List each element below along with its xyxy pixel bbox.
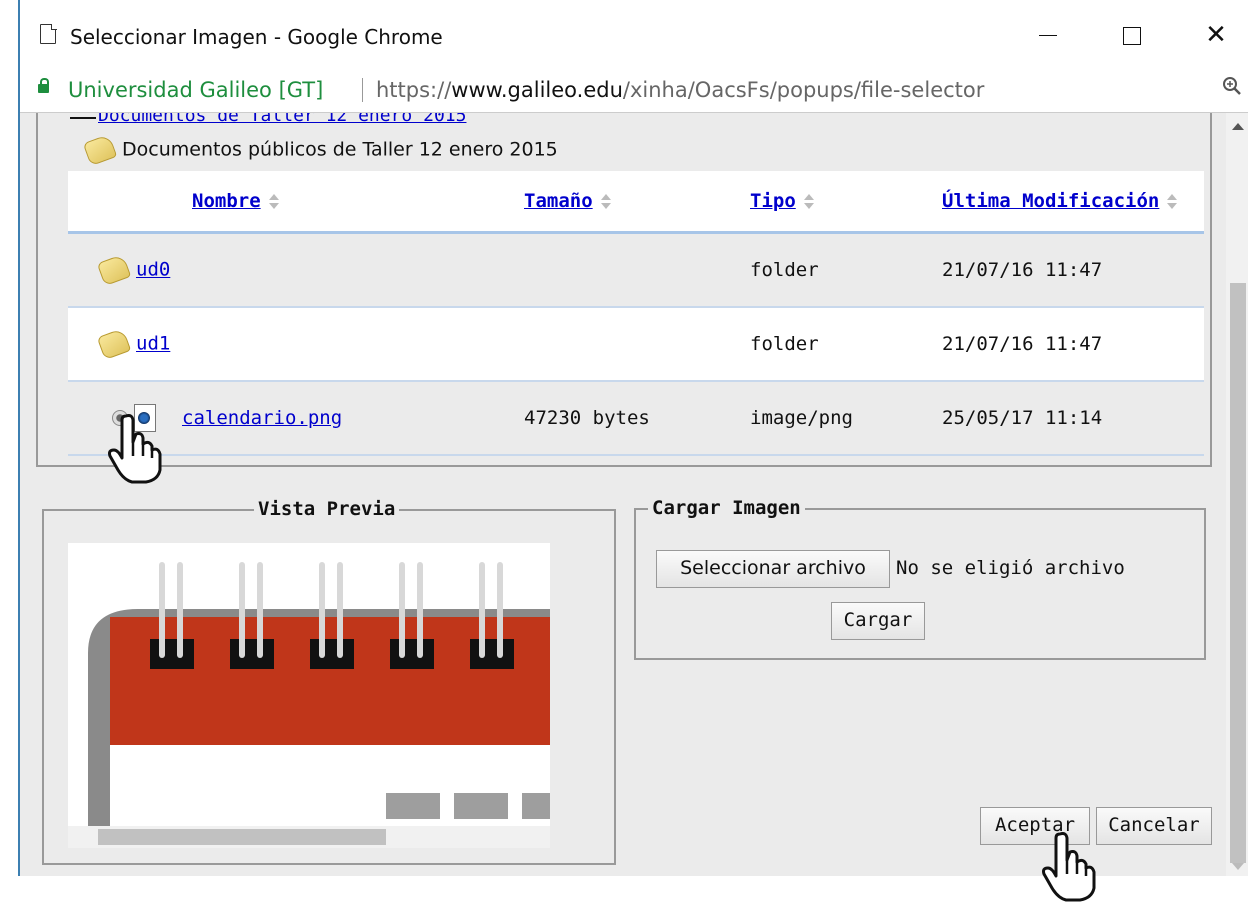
preview-hscroll-thumb[interactable] [98,829,386,845]
url-domain: www.galileo.edu [451,78,623,102]
scroll-down-icon[interactable] [1232,863,1244,870]
sort-icon[interactable] [1167,193,1178,210]
preview-fieldset: Vista Previa [42,498,616,865]
sort-icon[interactable] [803,193,814,210]
calendar-image [68,543,550,826]
folder-icon [82,133,118,167]
minimize-button[interactable] [1018,10,1078,60]
file-type: image/png [749,381,941,456]
file-size [523,307,749,382]
hand-cursor-icon [1042,832,1096,902]
current-folder-title: Documentos públicos de Taller 12 enero 2… [122,138,558,161]
file-name-link[interactable]: calendario.png [182,407,342,429]
preview-pane [68,543,550,848]
file-size: 47230 bytes [523,381,749,456]
url-scheme: https:// [376,78,452,102]
upload-legend: Cargar Imagen [648,497,805,519]
file-type: folder [749,232,941,308]
cancel-button[interactable]: Cancelar [1096,807,1212,845]
upload-fieldset: Cargar Imagen Seleccionar archivo No se … [634,497,1206,660]
file-size [523,232,749,308]
preview-horizontal-scrollbar[interactable] [68,826,550,848]
window-title: Seleccionar Imagen - Google Chrome [70,25,443,49]
table-header: Nombre Tamaño Tipo Última Modificación [68,171,1204,234]
file-table: Nombre Tamaño Tipo Última Modificación u… [68,171,1204,456]
file-name-link[interactable]: ud1 [136,333,170,355]
minimize-icon [1039,34,1057,37]
site-organization: Universidad Galileo [GT] [68,78,324,102]
table-row: calendario.png 47230 bytes image/png 25/… [68,381,1204,456]
sort-icon[interactable] [268,193,279,210]
file-modified: 25/05/17 11:14 [941,381,1204,456]
url-path: /xinha/OacsFs/popups/file-selector [622,78,985,102]
sort-icon[interactable] [600,193,611,210]
parent-folder-link[interactable]: Documentos de Taller 12 enero 2015 [98,113,466,126]
file-modified: 21/07/16 11:47 [941,307,1204,382]
maximize-icon [1123,26,1141,45]
title-bar: Seleccionar Imagen - Google Chrome ✕ [20,0,1248,70]
no-file-text: No se eligió archivo [896,557,1125,579]
dialog-scroll-thumb[interactable] [1230,283,1246,863]
page-icon [40,23,57,44]
folder-icon [96,327,132,361]
dialog-vertical-scrollbar[interactable] [1226,113,1248,876]
scroll-up-icon[interactable] [1232,123,1244,130]
url-text[interactable]: https://www.galileo.edu/xinha/OacsFs/pop… [376,78,984,102]
folder-icon [96,253,132,287]
file-name-link[interactable]: ud0 [136,259,170,281]
preview-legend: Vista Previa [254,498,400,520]
browser-window: Seleccionar Imagen - Google Chrome ✕ Uni… [18,0,1248,876]
table-row: ud0 folder 21/07/16 11:47 [68,232,1204,308]
table-row: ud1 folder 21/07/16 11:47 [68,307,1204,382]
file-modified: 21/07/16 11:47 [941,232,1204,308]
zoom-icon[interactable] [1222,76,1242,102]
close-button[interactable]: ✕ [1186,10,1246,60]
file-browser-panel: Documentos de Taller 12 enero 2015 Docum… [36,113,1212,467]
sort-modified-link[interactable]: Última Modificación [942,190,1159,212]
select-file-button[interactable]: Seleccionar archivo [656,550,890,588]
address-separator [362,78,363,102]
sort-name-link[interactable]: Nombre [192,190,261,212]
sort-type-link[interactable]: Tipo [750,190,796,212]
dialog-content: Documentos de Taller 12 enero 2015 Docum… [20,113,1226,876]
close-icon: ✕ [1205,20,1227,50]
current-folder: Documentos públicos de Taller 12 enero 2… [82,133,558,167]
hand-cursor-icon [108,414,162,484]
address-bar[interactable]: Universidad Galileo [GT] https://www.gal… [20,70,1248,113]
file-type: folder [749,307,941,382]
lock-icon [38,78,49,93]
collapse-line [70,117,96,119]
sort-size-link[interactable]: Tamaño [524,190,593,212]
maximize-button[interactable] [1102,10,1162,60]
upload-button[interactable]: Cargar [831,602,925,640]
